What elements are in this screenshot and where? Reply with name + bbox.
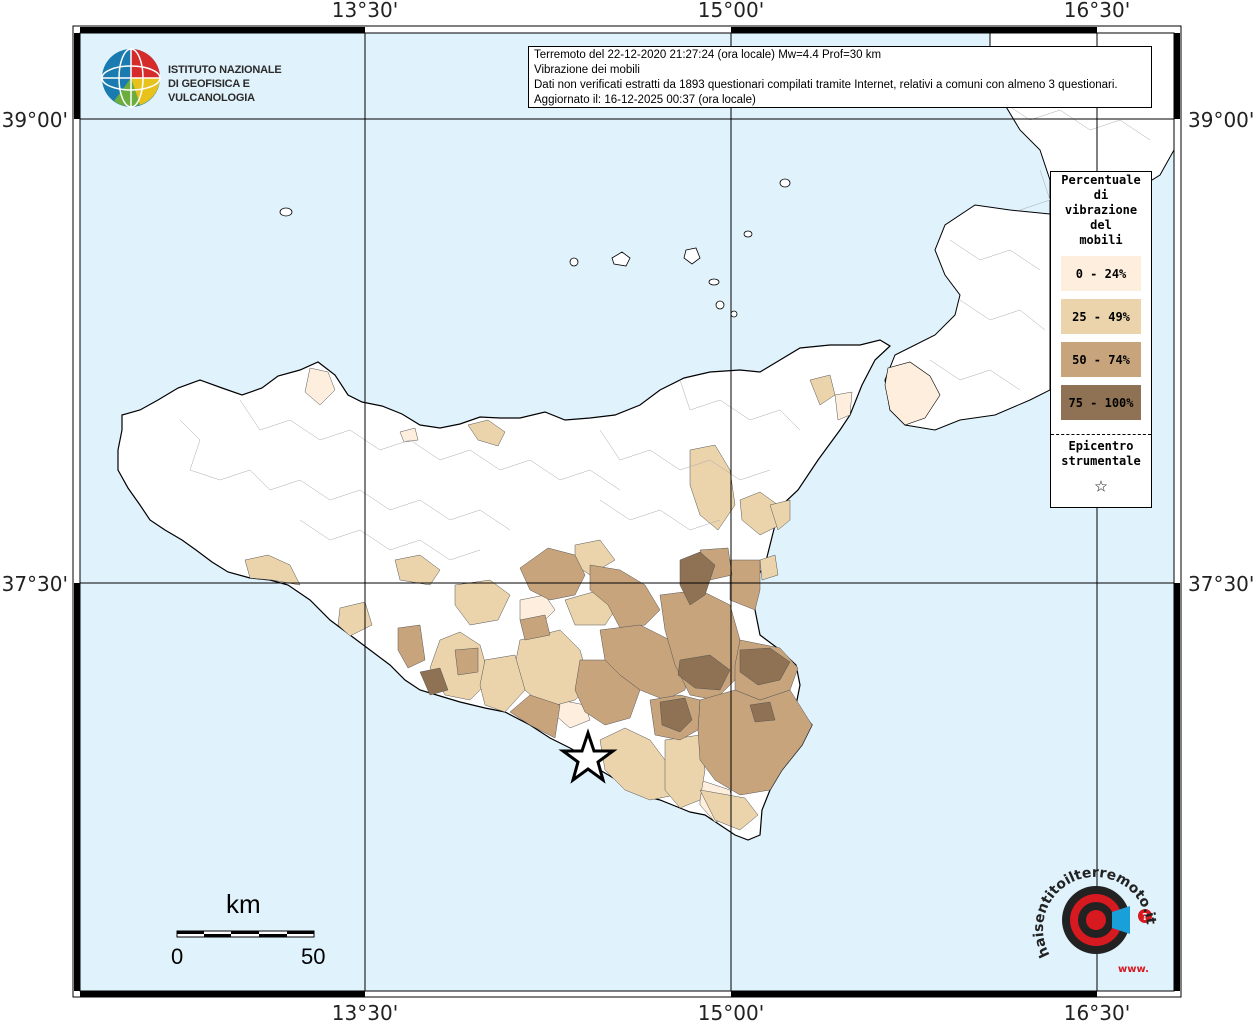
legend-title-line: mobili	[1079, 233, 1123, 247]
star-icon: ☆	[1094, 473, 1108, 498]
legend-title-line: vibrazione	[1064, 203, 1138, 217]
legend-title-line: Percentuale	[1061, 173, 1141, 187]
haisentito-prefix: www.	[1118, 964, 1149, 975]
lon-label-bottom-2: 15°00'	[698, 1001, 764, 1024]
legend-epicenter-line1: Epicentro	[1068, 439, 1134, 453]
legend-item-50-74: 50 - 74%	[1061, 342, 1141, 377]
lat-label-right-2: 37°30'	[1188, 572, 1254, 596]
data-note: Dati non verificati estratti da 1893 que…	[534, 79, 1118, 91]
parameter-name: Vibrazione dei mobili	[534, 64, 640, 76]
lon-label-top-1: 13°30'	[332, 0, 398, 22]
ingv-logo-line2: DI GEOFISICA E VULCANOLOGIA	[168, 78, 255, 104]
legend-epicenter-label: Epicentro strumentale	[1051, 439, 1151, 469]
legend: Percentuale di vibrazione del mobili 0 -…	[1050, 171, 1152, 508]
lat-label-left-1: 39°00'	[2, 108, 68, 132]
scale-min: 0	[171, 944, 184, 969]
scale-max: 50	[301, 944, 326, 969]
legend-epicenter-line2: strumentale	[1061, 454, 1141, 468]
ingv-logo-line1: ISTITUTO NAZIONALE	[168, 64, 282, 76]
lat-label-right-1: 39°00'	[1188, 108, 1254, 132]
event-title: Terremoto del 22-12-2020 21:27:24 (ora l…	[534, 49, 882, 61]
legend-divider	[1051, 434, 1151, 435]
legend-item-75-100: 75 - 100%	[1061, 385, 1141, 420]
event-info-box: Terremoto del 22-12-2020 21:27:24 (ora l…	[528, 46, 1152, 108]
scale-unit: km	[226, 889, 261, 919]
lat-label-left-2: 37°30'	[2, 572, 68, 596]
legend-title-line: di	[1093, 188, 1109, 202]
globe-icon	[101, 48, 161, 108]
lon-label-bottom-3: 16°30'	[1064, 1001, 1130, 1024]
haisentito-logo: ? haisentitoilterremoto.it www.	[1031, 865, 1159, 975]
update-date: Aggiornato il: 16-12-2025 00:37 (ora loc…	[534, 94, 756, 106]
legend-item-0-24: 0 - 24%	[1061, 256, 1141, 291]
legend-title: Percentuale di vibrazione del mobili	[1051, 173, 1151, 248]
scale-bar	[176, 930, 315, 938]
ingv-logo: ISTITUTO NAZIONALE DI GEOFISICA E VULCAN…	[100, 47, 320, 109]
legend-title-line: del	[1090, 218, 1112, 232]
lon-label-top-2: 15°00'	[698, 0, 764, 22]
lon-label-top-3: 16°30'	[1064, 0, 1130, 22]
legend-item-25-49: 25 - 49%	[1061, 299, 1141, 334]
lon-label-bottom-1: 13°30'	[332, 1001, 398, 1024]
